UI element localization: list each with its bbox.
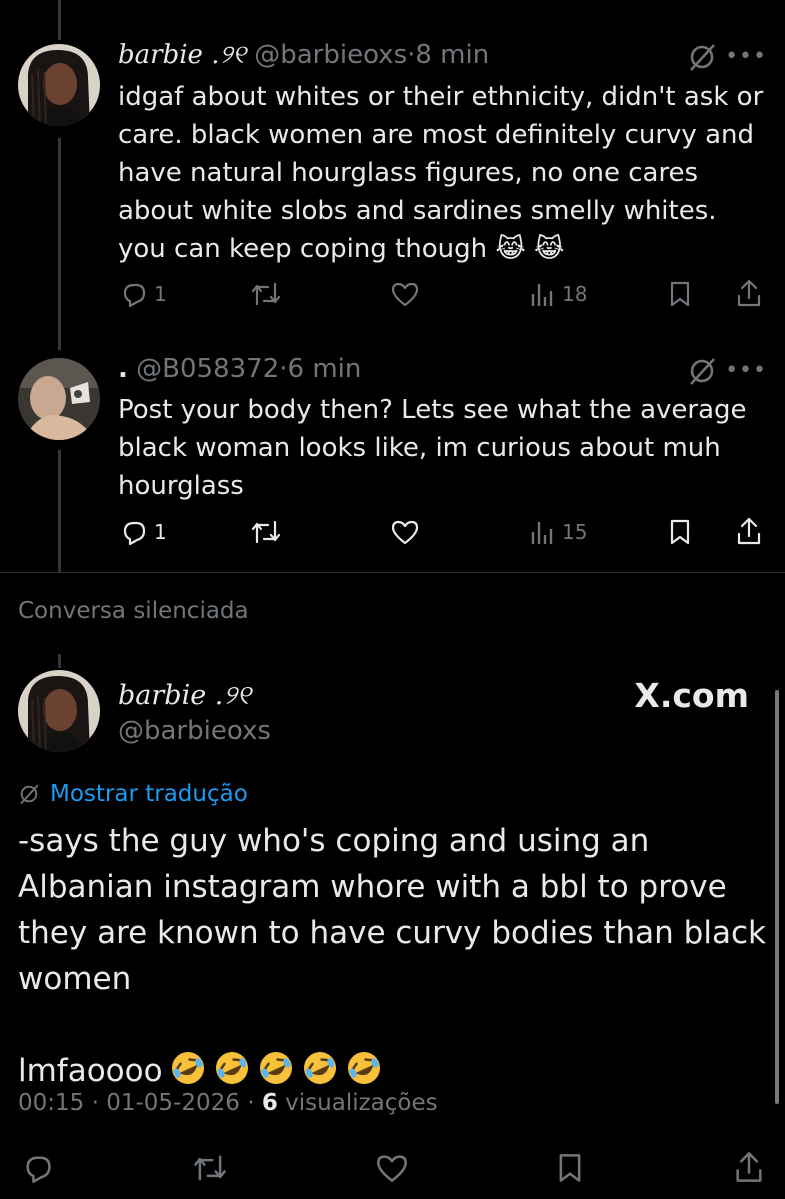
more-icon[interactable]: ••• [725, 44, 767, 69]
tweet-date[interactable]: 01-05-2026 [106, 1090, 240, 1116]
name-symbol: .୨୧ [214, 680, 251, 711]
like-button[interactable] [374, 1152, 410, 1184]
reply-icon [123, 283, 146, 308]
share-icon [737, 279, 761, 307]
handle[interactable]: @B058372 [136, 354, 279, 384]
avatar[interactable] [18, 670, 100, 752]
bookmark-button[interactable] [667, 280, 693, 308]
views-label: visualizações [285, 1090, 438, 1116]
separator: · [91, 1090, 99, 1116]
reply-icon [123, 521, 146, 546]
tweet-actions: 1 18 [0, 276, 785, 316]
timestamp[interactable]: 8 min [415, 40, 489, 70]
tweet-2[interactable]: . @B058372·6 min ••• Post your body then… [0, 340, 785, 570]
main-tweet-text: -says the guy who's coping and using an … [18, 818, 768, 1094]
rofl-emoji [259, 1052, 292, 1084]
grok-icon[interactable] [687, 42, 717, 72]
avatar[interactable] [18, 358, 100, 440]
like-icon [391, 282, 419, 307]
views-icon [531, 522, 553, 544]
retweet-button[interactable] [250, 518, 282, 546]
separator: · [279, 354, 288, 384]
main-display-name[interactable]: barbie .୨୧ [118, 680, 251, 712]
reply-button[interactable]: 1 [120, 280, 167, 308]
scrollbar[interactable] [775, 690, 779, 1104]
views-icon [531, 284, 553, 306]
emoji: 😹 😹 [495, 234, 565, 264]
emoji-row [163, 1052, 383, 1089]
views-button[interactable]: 18 [530, 280, 587, 308]
divider [0, 572, 785, 573]
tweet-text: Post your body then? Lets see what the a… [118, 395, 747, 501]
grok-icon [20, 784, 39, 805]
name-symbol: .୨୧ [211, 40, 246, 70]
like-icon [377, 1155, 407, 1182]
views-count: 18 [562, 282, 588, 306]
separator: · [247, 1090, 255, 1116]
thread-line [58, 654, 61, 668]
retweet-icon [251, 282, 281, 306]
like-button[interactable] [390, 518, 420, 546]
retweet-button[interactable] [250, 280, 282, 308]
share-icon [737, 517, 761, 545]
tweet-meta: 00:15 · 01-05-2026 · 6 visualizações [18, 1090, 438, 1116]
tweet-header: . @B058372·6 min [118, 354, 361, 384]
rofl-emoji [171, 1052, 204, 1084]
show-translation-link[interactable]: Mostrar tradução [18, 781, 248, 807]
reply-count: 1 [154, 282, 167, 306]
share-button[interactable] [735, 278, 763, 308]
share-icon [736, 1152, 762, 1182]
retweet-button[interactable] [192, 1152, 228, 1184]
retweet-icon [194, 1155, 226, 1181]
display-name[interactable]: barbie [118, 40, 203, 70]
display-name: barbie [118, 680, 207, 711]
tweet-text: idgaf about whites or their ethnicity, d… [118, 78, 768, 268]
views-count: 15 [562, 520, 588, 544]
reply-button[interactable]: 1 [120, 518, 167, 546]
main-text-content: -says the guy who's coping and using an … [18, 823, 766, 1089]
tweet-time[interactable]: 00:15 [18, 1090, 84, 1116]
views-number: 6 [261, 1090, 278, 1116]
translate-label: Mostrar tradução [50, 781, 248, 807]
grok-icon[interactable] [687, 356, 717, 386]
share-button[interactable] [735, 516, 763, 546]
muted-conversation-label: Conversa silenciada [18, 598, 249, 624]
tweet-text-content: idgaf about whites or their ethnicity, d… [118, 82, 764, 264]
bookmark-button[interactable] [667, 518, 693, 546]
tweet-header: barbie .୨୧ @barbieoxs·8 min [118, 40, 489, 71]
bookmark-button[interactable] [555, 1152, 585, 1184]
avatar[interactable] [18, 44, 100, 126]
retweet-icon [251, 520, 281, 544]
like-button[interactable] [390, 280, 420, 308]
x-com-badge: X.com [634, 676, 749, 715]
bookmark-icon [670, 519, 690, 545]
views-button[interactable]: 15 [530, 518, 587, 546]
share-button[interactable] [733, 1150, 765, 1184]
bookmark-icon [670, 281, 690, 307]
reply-count: 1 [154, 520, 167, 544]
main-tweet-actions [0, 1148, 785, 1188]
like-icon [391, 520, 419, 545]
rofl-emoji [215, 1052, 248, 1084]
timestamp[interactable]: 6 min [288, 354, 362, 384]
handle[interactable]: @barbieoxs [254, 40, 407, 70]
tweet-actions: 1 15 [0, 514, 785, 554]
reply-button[interactable] [22, 1152, 54, 1184]
reply-icon [26, 1156, 51, 1183]
tweet-1[interactable]: barbie .୨୧ @barbieoxs·8 min ••• idgaf ab… [0, 0, 785, 330]
rofl-emoji [303, 1052, 336, 1084]
more-icon[interactable]: ••• [725, 358, 767, 383]
display-name[interactable]: . [118, 354, 128, 384]
main-handle[interactable]: @barbieoxs [118, 716, 271, 746]
rofl-emoji [347, 1052, 380, 1084]
bookmark-icon [559, 1154, 581, 1182]
